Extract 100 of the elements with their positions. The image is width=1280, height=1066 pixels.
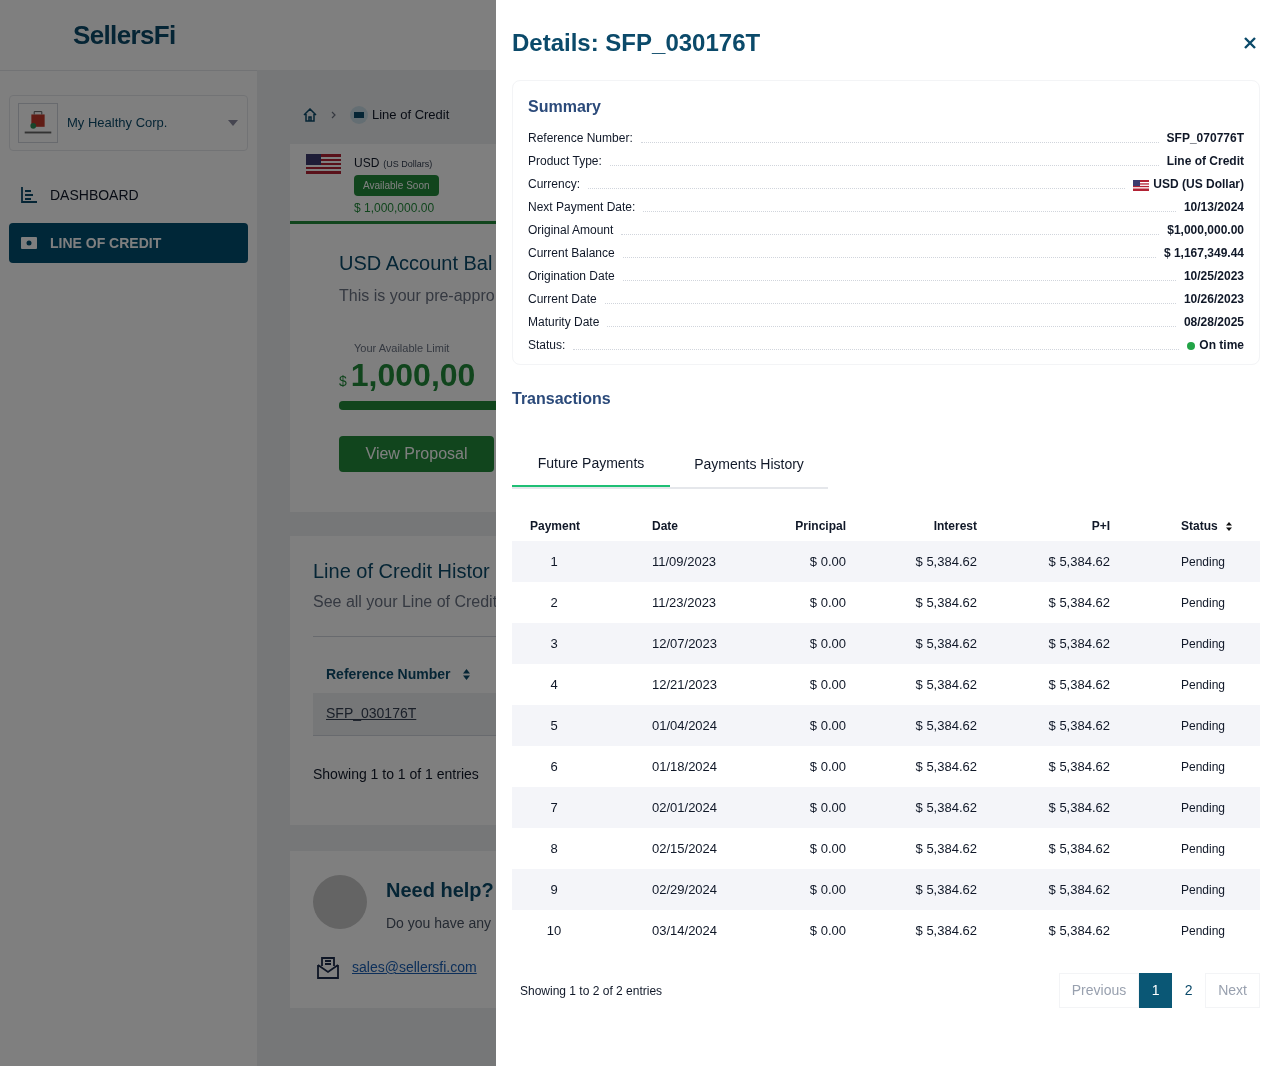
view-proposal-button[interactable]: View Proposal — [339, 435, 494, 472]
column-header: Date — [640, 511, 780, 541]
table-cell: $ 5,384.62 — [989, 828, 1122, 869]
table-cell: $ 5,384.62 — [989, 582, 1122, 623]
table-cell: Pending — [1122, 869, 1260, 910]
table-cell: 11/23/2023 — [640, 582, 780, 623]
column-header: Principal — [780, 511, 858, 541]
entries-count: Showing 1 to 2 of 2 entries — [520, 982, 663, 1000]
table-cell: $ 5,384.62 — [989, 623, 1122, 664]
table-cell: $ 0.00 — [780, 623, 858, 664]
summary-value: 10/25/2023 — [1183, 268, 1244, 285]
table-cell: Pending — [1122, 541, 1260, 582]
table-cell: 7 — [512, 787, 640, 828]
table-cell: $ 0.00 — [780, 705, 858, 746]
table-cell: $ 5,384.62 — [989, 910, 1122, 951]
table-row[interactable]: SFP_030176T — [313, 692, 496, 735]
table-cell: 3 — [512, 623, 640, 664]
table-cell: 11/09/2023 — [640, 541, 780, 582]
table-cell: Pending — [1122, 582, 1260, 623]
column-header: Interest — [858, 511, 989, 541]
table-cell: $ 5,384.62 — [989, 541, 1122, 582]
table-cell: 6 — [512, 746, 640, 787]
cash-icon — [350, 106, 368, 124]
summary-label: Status: — [528, 337, 566, 354]
table-cell: 01/18/2024 — [640, 746, 780, 787]
column-header: Payment — [512, 511, 640, 541]
us-flag-icon — [1133, 180, 1150, 191]
home-icon[interactable] — [303, 108, 317, 122]
table-cell: Pending — [1122, 910, 1260, 951]
table-cell: Pending — [1122, 787, 1260, 828]
summary-title: Summary — [528, 97, 602, 117]
page-button[interactable]: 2 — [1172, 973, 1206, 1008]
currency-name: (US Dollars) — [383, 158, 433, 171]
summary-value: 08/28/2025 — [1183, 314, 1244, 331]
table-cell: $ 0.00 — [780, 787, 858, 828]
drawer-title: Details: SFP_030176T — [512, 28, 761, 58]
summary-label: Original Amount — [528, 222, 614, 239]
table-cell: 4 — [512, 664, 640, 705]
page-button[interactable]: 1 — [1139, 973, 1173, 1008]
table-cell: $ 0.00 — [780, 746, 858, 787]
company-selector[interactable]: My Healthy Corp. — [9, 95, 248, 151]
table-cell: $ 5,384.62 — [989, 787, 1122, 828]
tab[interactable]: Future Payments — [512, 441, 670, 487]
cash-icon — [21, 237, 37, 249]
balance-subtitle: This is your pre-appro — [339, 286, 496, 306]
table-cell: $ 5,384.62 — [858, 787, 989, 828]
table-cell: Pending — [1122, 828, 1260, 869]
table-cell: $ 5,384.62 — [989, 869, 1122, 910]
column-header[interactable]: Reference Number — [326, 664, 451, 685]
reference-link[interactable]: SFP_030176T — [326, 703, 417, 724]
table-cell: $ 0.00 — [780, 910, 858, 951]
table-cell: $ 0.00 — [780, 664, 858, 705]
balance-title: USD Account Bal — [339, 251, 494, 276]
summary-value: $ 1,167,349.44 — [1163, 245, 1244, 262]
table-cell: Pending — [1122, 623, 1260, 664]
nav-item[interactable]: DASHBOARD — [9, 175, 248, 215]
sort-icon[interactable] — [1225, 521, 1232, 531]
mail-icon — [316, 955, 340, 980]
close-icon[interactable] — [1244, 37, 1256, 49]
email-link[interactable]: sales@sellersfi.com — [352, 957, 477, 978]
table-cell: $ 5,384.62 — [858, 664, 989, 705]
currency-amount: $ 1,000,000.00 — [354, 200, 435, 217]
summary-label: Product Type: — [528, 153, 602, 170]
help-text: Do you have any — [386, 913, 493, 933]
us-flag-icon — [306, 154, 341, 174]
store-logo-icon — [18, 103, 58, 143]
status-badge: Available Soon — [354, 175, 439, 196]
column-header: P+I — [989, 511, 1122, 541]
table-cell: $ 0.00 — [780, 541, 858, 582]
help-title: Need help? — [386, 877, 494, 903]
table-cell: $ 0.00 — [780, 869, 858, 910]
table-cell: Pending — [1122, 705, 1260, 746]
summary-value: 10/26/2023 — [1183, 291, 1244, 308]
limit-label: Your Available Limit — [353, 341, 451, 356]
table-cell: 2 — [512, 582, 640, 623]
table-cell: 03/14/2024 — [640, 910, 780, 951]
table-cell: $ 5,384.62 — [858, 869, 989, 910]
table-cell: $ 5,384.62 — [858, 541, 989, 582]
currency-sign: $ — [339, 371, 347, 391]
summary-value: 10/13/2024 — [1183, 199, 1244, 216]
table-cell: $ 5,384.62 — [858, 910, 989, 951]
table-cell: $ 5,384.62 — [989, 746, 1122, 787]
company-name: My Healthy Corp. — [67, 114, 169, 133]
logo: SellersFi — [73, 18, 176, 52]
summary-value: $1,000,000.00 — [1167, 222, 1244, 239]
summary-value: Line of Credit — [1166, 153, 1244, 170]
table-cell: $ 5,384.62 — [858, 746, 989, 787]
nav-item[interactable]: LINE OF CREDIT — [9, 223, 248, 263]
currency-code: USD — [354, 155, 380, 172]
table-cell: 12/07/2023 — [640, 623, 780, 664]
chevron-icon — [331, 111, 336, 119]
tab[interactable]: Payments History — [670, 441, 828, 487]
history-title: Line of Credit Histor — [313, 558, 491, 584]
table-cell: $ 5,384.62 — [858, 582, 989, 623]
summary-value: On time — [1199, 337, 1244, 354]
summary-label: Maturity Date — [528, 314, 600, 331]
table-cell: $ 5,384.62 — [858, 828, 989, 869]
table-cell: 02/01/2024 — [640, 787, 780, 828]
table-cell: 12/21/2023 — [640, 664, 780, 705]
summary-label: Current Balance — [528, 245, 615, 262]
